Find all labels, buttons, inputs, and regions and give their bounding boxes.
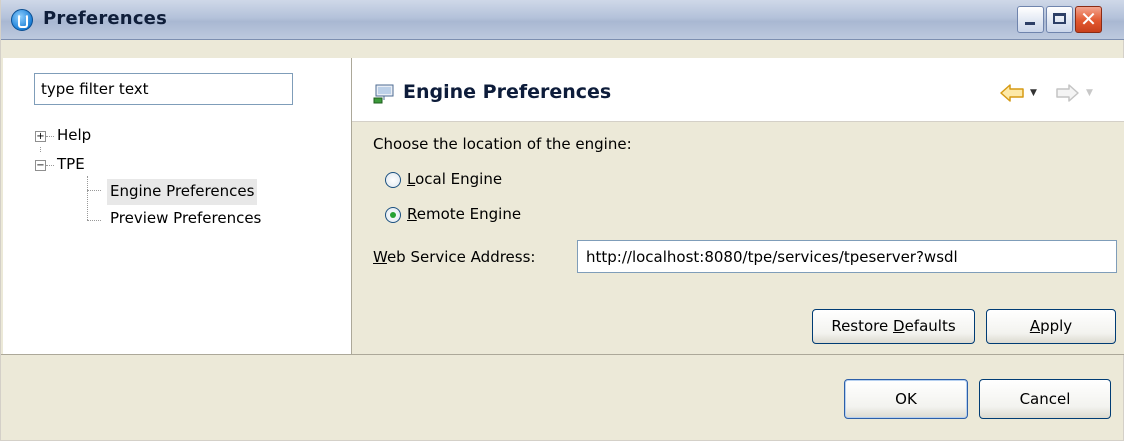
- app-icon: [11, 9, 33, 31]
- title-bar[interactable]: Preferences ✕: [1, 0, 1124, 40]
- preferences-window: Preferences ✕ + Help − TPE Engine Prefer…: [0, 0, 1124, 441]
- tree-connector: [46, 165, 54, 166]
- apply-button[interactable]: Apply: [986, 309, 1116, 344]
- ok-button[interactable]: OK: [844, 379, 968, 419]
- remote-engine-text: emote Engine: [416, 205, 522, 223]
- restore-defaults-mnemonic: D: [893, 317, 905, 335]
- maximize-button[interactable]: [1046, 6, 1073, 33]
- local-engine-mnemonic: L: [407, 170, 416, 188]
- tree-item-preview-preferences[interactable]: Preview Preferences: [110, 209, 261, 227]
- minimize-icon: [1025, 22, 1035, 25]
- cancel-button[interactable]: Cancel: [979, 379, 1111, 419]
- engine-preferences-icon: [373, 84, 394, 104]
- tree-connector: [87, 190, 101, 191]
- close-button[interactable]: ✕: [1075, 6, 1102, 33]
- minimize-button[interactable]: [1017, 6, 1044, 33]
- remote-engine-radio[interactable]: [385, 207, 401, 223]
- tree-item-help[interactable]: Help: [57, 126, 91, 144]
- wsa-mnemonic: W: [373, 248, 387, 266]
- page-title: Engine Preferences: [403, 81, 612, 103]
- apply-mnemonic: A: [1029, 317, 1041, 335]
- back-arrow-icon[interactable]: [999, 83, 1025, 103]
- collapse-tpe-toggle[interactable]: −: [35, 160, 46, 171]
- tree-connector: [40, 147, 41, 152]
- tree-connector: [46, 136, 54, 137]
- maximize-icon: [1053, 13, 1066, 24]
- tree-connector: [87, 220, 101, 221]
- filter-input[interactable]: [34, 73, 293, 105]
- back-history-dropdown[interactable]: ▼: [1030, 88, 1037, 98]
- tree-connector: [87, 176, 88, 220]
- engine-location-label: Choose the location of the engine:: [373, 135, 632, 153]
- close-icon: ✕: [1080, 7, 1097, 31]
- footer-divider: [1, 354, 1124, 355]
- tree-item-tpe[interactable]: TPE: [57, 155, 85, 173]
- wsa-text: eb Service Address:: [386, 248, 536, 266]
- expand-help-toggle[interactable]: +: [35, 131, 46, 142]
- apply-post: pply: [1040, 317, 1073, 335]
- restore-defaults-button[interactable]: Restore Defaults: [812, 309, 975, 344]
- local-engine-label[interactable]: Local Engine: [407, 170, 502, 188]
- local-engine-text: ocal Engine: [415, 170, 503, 188]
- web-service-address-label: Web Service Address:: [373, 248, 535, 266]
- restore-defaults-post: efaults: [904, 317, 956, 335]
- forward-arrow-icon[interactable]: [1056, 83, 1080, 103]
- remote-engine-mnemonic: R: [407, 205, 417, 223]
- forward-history-dropdown[interactable]: ▼: [1086, 88, 1093, 98]
- restore-defaults-pre: Restore: [831, 317, 894, 335]
- remote-engine-label[interactable]: Remote Engine: [407, 205, 521, 223]
- web-service-address-input[interactable]: [577, 240, 1117, 273]
- local-engine-radio[interactable]: [385, 172, 401, 188]
- tree-item-engine-preferences[interactable]: Engine Preferences: [107, 179, 258, 205]
- window-title: Preferences: [43, 8, 168, 29]
